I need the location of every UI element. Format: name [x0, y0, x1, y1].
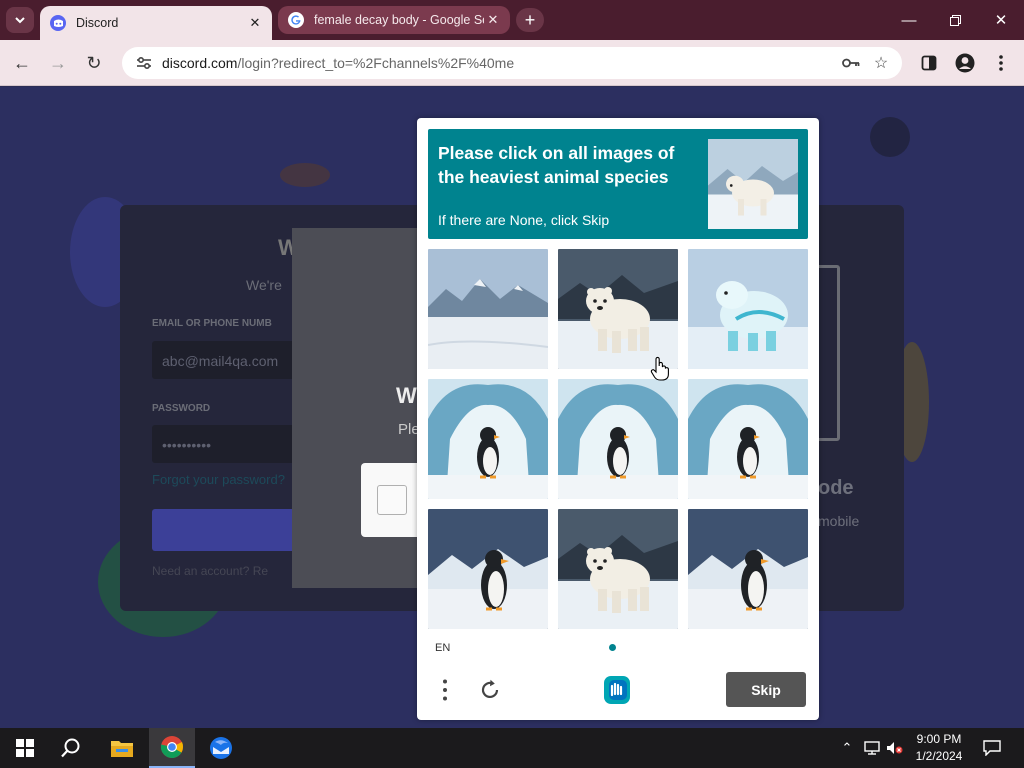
challenge-image-empty-snowfield[interactable] — [428, 249, 548, 369]
page-indicator-dot — [609, 644, 616, 651]
restore-icon — [949, 14, 961, 26]
challenge-image-polar-bear[interactable] — [558, 249, 678, 369]
verify-heading: W — [396, 383, 417, 408]
chevron-up-icon: ⌃ — [841, 740, 853, 755]
url-host: discord.com — [162, 55, 238, 71]
site-settings-icon[interactable] — [130, 56, 158, 70]
network-icon[interactable] — [860, 728, 884, 768]
captcha-checkbox[interactable] — [377, 485, 407, 515]
refresh-icon — [481, 679, 499, 699]
minimize-button[interactable]: — — [886, 0, 932, 40]
email-input[interactable]: abc@mail4qa.com — [152, 341, 302, 379]
windows-start-icon — [16, 739, 34, 757]
back-icon: ← — [13, 52, 31, 73]
file-explorer-icon — [111, 741, 133, 757]
chevron-down-icon — [15, 17, 25, 24]
challenge-image-penguin-cave[interactable] — [558, 379, 678, 499]
skip-button[interactable]: Skip — [726, 672, 806, 707]
language-selector[interactable]: EN — [435, 642, 450, 654]
address-bar[interactable]: discord.com/login?redirect_to=%2Fchannel… — [122, 47, 902, 79]
close-icon: ✕ — [994, 12, 1008, 29]
challenge-image-penguin[interactable] — [428, 509, 548, 629]
taskbar-chrome[interactable] — [149, 728, 195, 768]
url-path: /login?redirect_to=%2Fchannels%2F%40me — [237, 55, 515, 71]
taskbar-file-explorer[interactable] — [99, 728, 145, 768]
challenge-image-polar-bear[interactable] — [558, 509, 678, 629]
back-button[interactable]: ← — [8, 49, 36, 77]
hcaptcha-logo-icon[interactable] — [600, 674, 634, 706]
qr-text: mobile — [818, 513, 860, 529]
challenge-question-line1: Please click on all images of — [438, 143, 675, 163]
tab-title: female decay body - Google Se — [314, 13, 484, 27]
challenge-question: Please click on all images of the heavie… — [438, 141, 688, 189]
challenge-image-grid — [428, 249, 808, 629]
address-url: discord.com/login?redirect_to=%2Fchannel… — [162, 55, 836, 71]
side-panel-icon — [921, 55, 937, 71]
plus-icon: + — [524, 9, 536, 30]
close-tab-icon[interactable]: ✕ — [484, 11, 502, 29]
reload-icon: ↻ — [86, 52, 102, 73]
profile-icon — [955, 53, 975, 73]
google-icon — [288, 12, 304, 28]
challenge-question-line2: the heaviest animal species — [438, 167, 669, 187]
show-hidden-icons-button[interactable]: ⌃ — [838, 728, 856, 768]
taskbar-search-button[interactable] — [48, 728, 94, 768]
challenge-image-penguin-cave[interactable] — [688, 379, 808, 499]
register-text[interactable]: Need an account? Re — [152, 564, 268, 578]
sample-image-polar-bear — [708, 139, 798, 229]
tab-search-button[interactable] — [6, 7, 34, 33]
close-tab-icon[interactable]: ✕ — [246, 14, 264, 32]
thunderbird-icon — [210, 737, 232, 759]
notification-icon — [983, 740, 1001, 756]
password-key-icon[interactable] — [836, 48, 866, 78]
bookmark-star-icon[interactable]: ☆ — [866, 48, 896, 78]
discord-icon — [50, 15, 66, 31]
clock-time: 9:00 PM — [916, 732, 962, 746]
challenge-image-polar-bear-ice[interactable] — [688, 249, 808, 369]
challenge-image-penguin-cave[interactable] — [428, 379, 548, 499]
tab-discord[interactable]: Discord ✕ — [40, 6, 272, 40]
reload-button[interactable]: ↻ — [80, 49, 108, 77]
qr-heading: ode — [818, 477, 854, 499]
login-button[interactable] — [152, 509, 302, 551]
captcha-menu-button[interactable] — [436, 676, 454, 704]
new-tab-button[interactable]: + — [516, 8, 544, 32]
minimize-icon: — — [901, 11, 917, 29]
password-input[interactable]: •••••••••• — [152, 425, 302, 463]
browser-toolbar: ← → ↻ discord.com/login?redirect_to=%2Fc… — [0, 40, 1024, 86]
password-label: PASSWORD — [152, 403, 211, 414]
login-subheading: We're — [246, 277, 282, 293]
restore-button[interactable] — [932, 0, 978, 40]
side-panel-button[interactable] — [915, 49, 943, 77]
search-icon — [61, 738, 80, 758]
notifications-button[interactable] — [978, 728, 1006, 768]
chrome-icon — [160, 736, 184, 758]
forward-icon: → — [49, 52, 67, 73]
tab-google[interactable]: female decay body - Google Se ✕ — [278, 6, 510, 34]
close-window-button[interactable]: ✕ — [978, 0, 1024, 40]
taskbar-thunderbird[interactable] — [198, 728, 244, 768]
hand-cursor-icon — [650, 356, 669, 381]
email-label: EMAIL OR PHONE NUMB — [152, 318, 272, 329]
hcaptcha-challenge: Please click on all images of the heavie… — [417, 118, 819, 720]
refresh-challenge-button[interactable] — [475, 676, 505, 704]
system-clock[interactable]: 9:00 PM 1/2/2024 — [902, 731, 976, 765]
start-button[interactable] — [2, 728, 48, 768]
challenge-hint: If there are None, click Skip — [438, 212, 610, 228]
more-vertical-icon — [443, 679, 447, 701]
challenge-prompt: Please click on all images of the heavie… — [428, 129, 808, 239]
background-decoration — [870, 117, 910, 157]
challenge-image-penguin[interactable] — [688, 509, 808, 629]
chrome-menu-button[interactable] — [987, 49, 1015, 77]
menu-icon — [999, 55, 1003, 71]
background-decoration — [280, 163, 330, 187]
forward-button[interactable]: → — [44, 49, 72, 77]
windows-taskbar: ⌃ 9:00 PM 1/2/2024 — [0, 728, 1024, 768]
tab-title: Discord — [76, 16, 119, 30]
profile-button[interactable] — [951, 49, 979, 77]
clock-date: 1/2/2024 — [915, 749, 963, 763]
forgot-password-link[interactable]: Forgot your password? — [152, 472, 285, 487]
browser-tab-bar: Discord ✕ female decay body - Google Se … — [0, 0, 1024, 40]
